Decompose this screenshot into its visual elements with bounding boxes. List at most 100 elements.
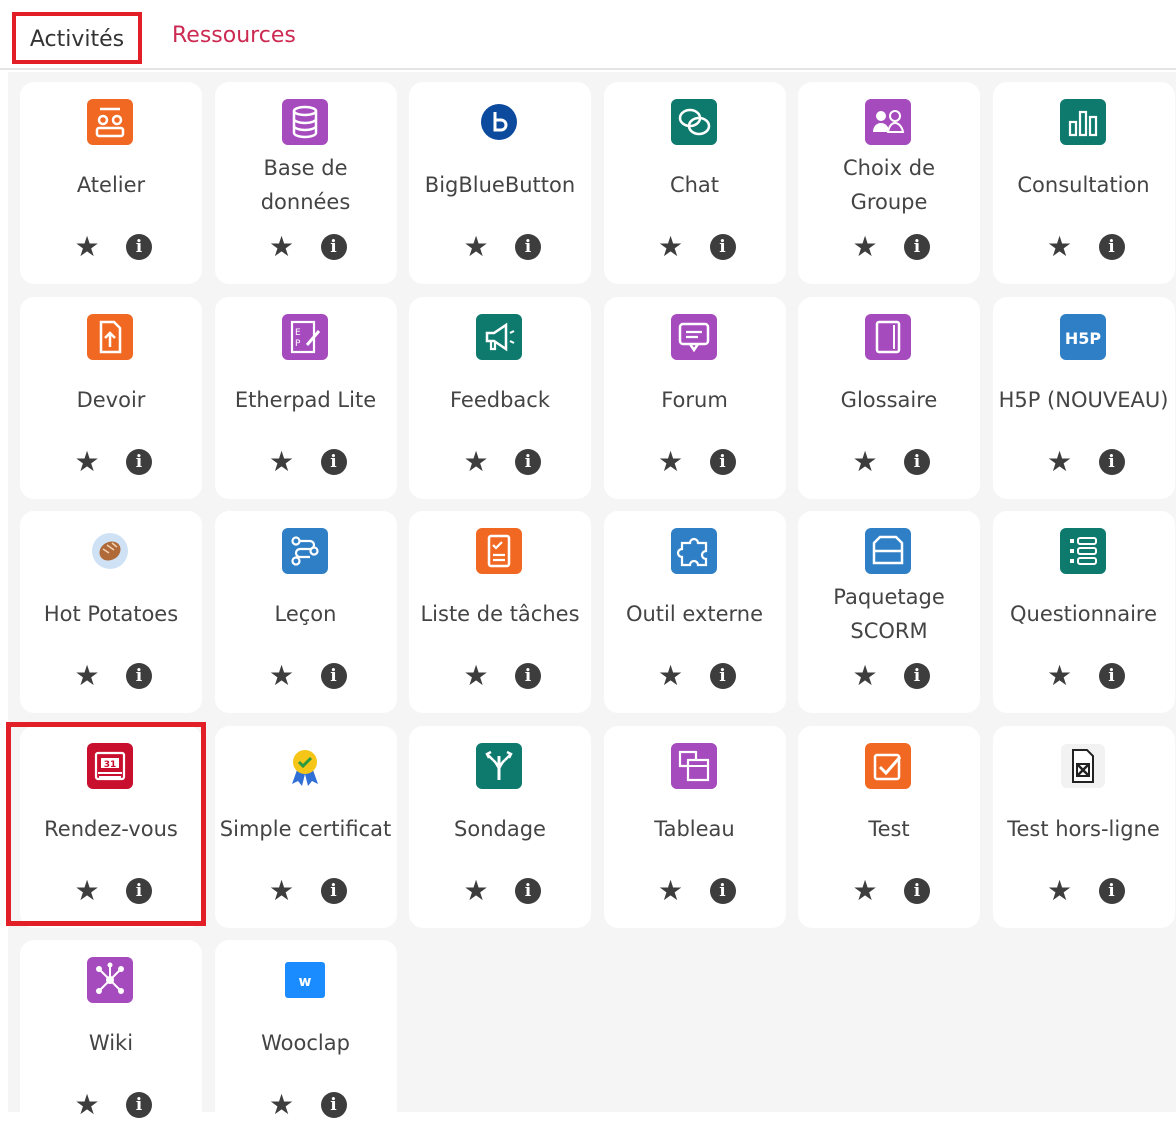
info-icon[interactable]: i [1098,448,1125,475]
activity-tabs: Activités Ressources [0,0,1176,70]
chat-icon [670,98,718,146]
h5p-icon: H5P [1059,313,1107,361]
info-icon[interactable]: i [126,1092,152,1118]
star-icon[interactable]: ★ [72,446,102,477]
activity-tile[interactable]: Base de données ★ i [214,82,397,284]
activity-tile[interactable]: Forum ★ i [603,296,786,499]
star-icon[interactable]: ★ [1045,446,1075,477]
info-icon[interactable]: i [709,877,736,904]
activity-tile[interactable]: Leçon ★ i [214,511,397,713]
star-icon[interactable]: ★ [267,1090,297,1120]
star-icon[interactable]: ★ [1045,232,1075,262]
activity-tile-label: Wooclap [261,1031,350,1055]
svg-text:P: P [295,339,301,349]
activity-tile[interactable]: E P Etherpad Lite ★ i [214,296,397,499]
etherpad-icon: EP [281,313,329,361]
activity-tile[interactable]: Atelier ★ i [20,82,202,284]
info-icon[interactable]: i [1098,663,1125,689]
glossary-book-icon [864,313,912,361]
star-icon[interactable]: ★ [461,875,491,906]
info-icon[interactable]: i [126,234,152,260]
activity-tile[interactable]: Choix de Groupe ★ i [798,82,980,284]
star-icon[interactable]: ★ [72,661,102,691]
info-icon[interactable]: i [1098,877,1125,904]
activity-tile-label: Simple certificat [219,816,392,841]
star-icon[interactable]: ★ [850,875,880,906]
activity-tile[interactable]: Questionnaire ★ i [992,511,1175,713]
group-choice-icon [864,98,912,146]
star-icon[interactable]: ★ [850,232,880,262]
activity-tile-label: Hot Potatoes [43,602,179,626]
star-icon[interactable]: ★ [850,446,880,477]
activity-tile-label: Choix de Groupe [842,156,935,214]
info-icon[interactable]: i [515,234,541,260]
activity-tile[interactable]: Paquetage SCORM ★ i [798,511,980,713]
quiz-checkbox-icon [864,742,912,790]
star-icon[interactable]: ★ [656,875,686,906]
info-icon[interactable]: i [904,448,930,475]
activity-tile[interactable]: Devoir ★ i [20,296,202,499]
star-icon[interactable]: ★ [461,232,491,262]
info-icon[interactable]: i [515,663,541,689]
activity-tile-label: BigBlueButton [424,173,576,197]
info-icon[interactable]: i [709,663,736,689]
activity-tile[interactable]: Feedback ★ i [409,296,591,499]
activity-tile[interactable]: Tableau ★ i [603,725,786,928]
activity-tile[interactable]: Consultation ★ i [992,82,1175,284]
star-icon[interactable]: ★ [656,232,686,262]
activity-tile-label: Wiki [88,1031,134,1055]
info-icon[interactable]: i [126,448,152,475]
info-icon[interactable]: i [320,663,347,689]
activity-tile-label: Test [868,816,910,841]
activity-tile-label: Atelier [76,173,146,197]
info-icon[interactable]: i [320,877,347,904]
activity-tile-label: Test hors-ligne [1007,816,1160,841]
activity-tile-label: Devoir [76,387,146,412]
info-icon[interactable]: i [709,448,736,475]
info-icon[interactable]: i [126,663,152,689]
svg-text:w: w [298,974,311,990]
info-icon[interactable]: i [709,234,736,260]
activity-tile-label: Consultation [1017,173,1150,197]
tab-activities[interactable]: Activités [12,12,142,64]
info-icon[interactable]: i [1098,234,1125,260]
activity-tile[interactable]: Test ★ i [798,725,980,928]
star-icon[interactable]: ★ [656,446,686,477]
activity-tile[interactable]: H5P H5P (NOUVEAU) ★ i [992,296,1175,499]
info-icon[interactable]: i [320,448,347,475]
activity-tile[interactable]: BigBlueButton ★ i [409,82,591,284]
star-icon[interactable]: ★ [72,1090,102,1120]
activity-tile[interactable]: Glossaire ★ i [798,296,980,499]
star-icon[interactable]: ★ [461,446,491,477]
info-icon[interactable]: i [320,234,347,260]
info-icon[interactable]: i [904,877,930,904]
info-icon[interactable]: i [515,877,541,904]
activity-tile-label: Liste de tâches [420,602,580,626]
activity-tile[interactable]: Test hors-ligne ★ i [992,725,1175,928]
activity-tile-label: H5P (NOUVEAU) [998,387,1169,412]
star-icon[interactable]: ★ [850,661,880,691]
tab-resources[interactable]: Ressources [172,12,296,64]
activity-tile[interactable]: Hot Potatoes ★ i [20,511,202,713]
star-icon[interactable]: ★ [1045,875,1075,906]
info-icon[interactable]: i [515,448,541,475]
info-icon[interactable]: i [320,1092,347,1118]
selection-highlight [6,722,206,926]
star-icon[interactable]: ★ [267,446,297,477]
star-icon[interactable]: ★ [461,661,491,691]
star-icon[interactable]: ★ [267,232,297,262]
star-icon[interactable]: ★ [1045,661,1075,691]
activity-tile[interactable]: Liste de tâches ★ i [409,511,591,713]
star-icon[interactable]: ★ [656,661,686,691]
questionnaire-list-icon [1059,527,1107,575]
activity-tile-label: Forum [661,387,728,412]
activity-tile[interactable]: Outil externe ★ i [603,511,786,713]
info-icon[interactable]: i [904,234,930,260]
activity-tile[interactable]: Sondage ★ i [409,725,591,928]
star-icon[interactable]: ★ [267,875,297,906]
star-icon[interactable]: ★ [267,661,297,691]
info-icon[interactable]: i [904,663,930,689]
star-icon[interactable]: ★ [72,232,102,262]
activity-tile[interactable]: Simple certificat ★ i [214,725,397,928]
activity-tile[interactable]: Chat ★ i [603,82,786,284]
